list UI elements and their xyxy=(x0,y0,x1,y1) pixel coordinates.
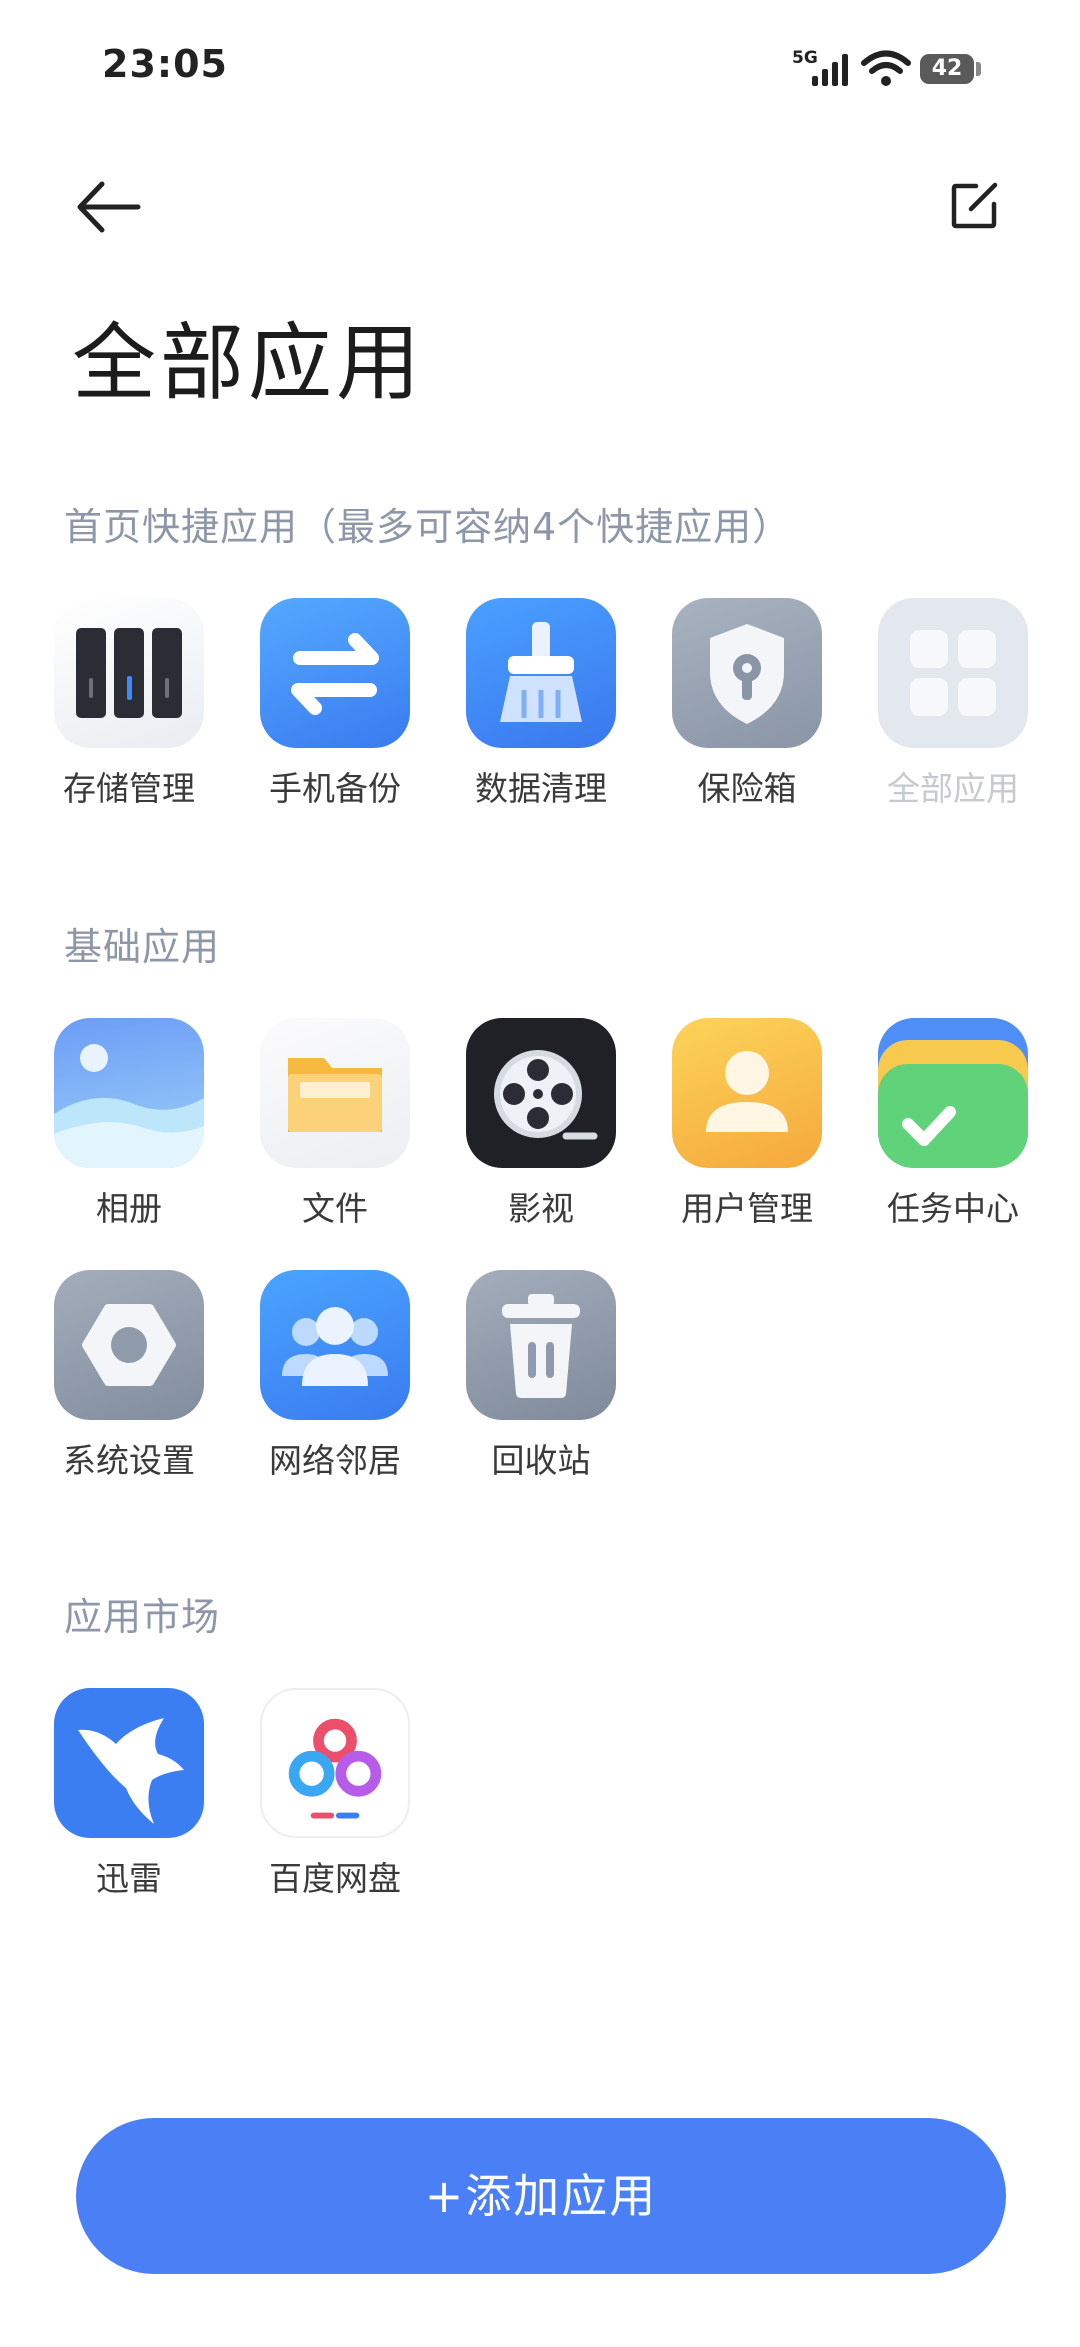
all-apps-icon xyxy=(878,598,1028,748)
backup-icon xyxy=(260,598,410,748)
app-xunlei[interactable]: 迅雷 xyxy=(44,1688,214,1900)
edit-button[interactable] xyxy=(944,176,1004,236)
user-icon xyxy=(672,1018,822,1168)
app-label: 迅雷 xyxy=(96,1859,162,1898)
battery-level: 42 xyxy=(920,54,974,84)
storage-icon xyxy=(54,598,204,748)
add-app-button[interactable]: +添加应用 xyxy=(76,2118,1006,2274)
app-recycle-bin[interactable]: 回收站 xyxy=(456,1270,626,1482)
safe-icon xyxy=(672,598,822,748)
app-label: 回收站 xyxy=(491,1441,591,1480)
app-files[interactable]: 文件 xyxy=(250,1018,420,1230)
app-album[interactable]: 相册 xyxy=(44,1018,214,1230)
film-reel-icon xyxy=(466,1018,616,1168)
cleanup-icon xyxy=(466,598,616,748)
status-icons: 5G 42 xyxy=(792,44,992,94)
app-label: 网络邻居 xyxy=(269,1441,401,1480)
app-task-center[interactable]: 任务中心 xyxy=(868,1018,1038,1230)
app-baidu-netdisk[interactable]: 百度网盘 xyxy=(250,1688,420,1900)
app-label: 影视 xyxy=(508,1189,574,1228)
app-backup[interactable]: 手机备份 xyxy=(250,598,420,810)
battery-cap xyxy=(976,62,981,76)
section-title-market: 应用市场 xyxy=(64,1595,221,1639)
app-storage[interactable]: 存储管理 xyxy=(44,598,214,810)
task-icon xyxy=(878,1018,1028,1168)
app-user-management[interactable]: 用户管理 xyxy=(662,1018,832,1230)
edit-icon xyxy=(951,182,998,229)
app-network-neighbors[interactable]: 网络邻居 xyxy=(250,1270,420,1482)
app-label: 百度网盘 xyxy=(269,1859,401,1898)
network-neighbors-icon xyxy=(260,1270,410,1420)
app-settings[interactable]: 系统设置 xyxy=(44,1270,214,1482)
folder-icon xyxy=(260,1018,410,1168)
app-label: 存储管理 xyxy=(63,769,195,808)
section-title-shortcut: 首页快捷应用（最多可容纳4个快捷应用） xyxy=(64,505,792,549)
arrow-left-icon xyxy=(77,181,141,233)
wifi-icon xyxy=(861,50,911,86)
app-label: 全部应用 xyxy=(887,769,1019,808)
app-label: 数据清理 xyxy=(475,769,607,808)
settings-icon xyxy=(54,1270,204,1420)
app-label: 系统设置 xyxy=(63,1441,195,1480)
app-all-apps[interactable]: 全部应用 xyxy=(868,598,1038,810)
page-title: 全部应用 xyxy=(72,314,425,412)
app-label: 文件 xyxy=(302,1189,368,1228)
app-video[interactable]: 影视 xyxy=(456,1018,626,1230)
trash-icon xyxy=(466,1270,616,1420)
app-cleanup[interactable]: 数据清理 xyxy=(456,598,626,810)
app-label: 用户管理 xyxy=(681,1189,813,1228)
app-safe[interactable]: 保险箱 xyxy=(662,598,832,810)
signal-icon xyxy=(812,54,848,86)
back-button[interactable] xyxy=(70,172,150,242)
baidu-netdisk-icon xyxy=(260,1688,410,1838)
album-icon xyxy=(54,1018,204,1168)
app-label: 任务中心 xyxy=(887,1189,1019,1228)
status-time: 23:05 xyxy=(102,42,228,86)
app-label: 相册 xyxy=(96,1189,162,1228)
app-label: 手机备份 xyxy=(269,769,401,808)
xunlei-icon xyxy=(54,1688,204,1838)
app-label: 保险箱 xyxy=(697,769,797,808)
section-title-basic: 基础应用 xyxy=(64,925,221,969)
